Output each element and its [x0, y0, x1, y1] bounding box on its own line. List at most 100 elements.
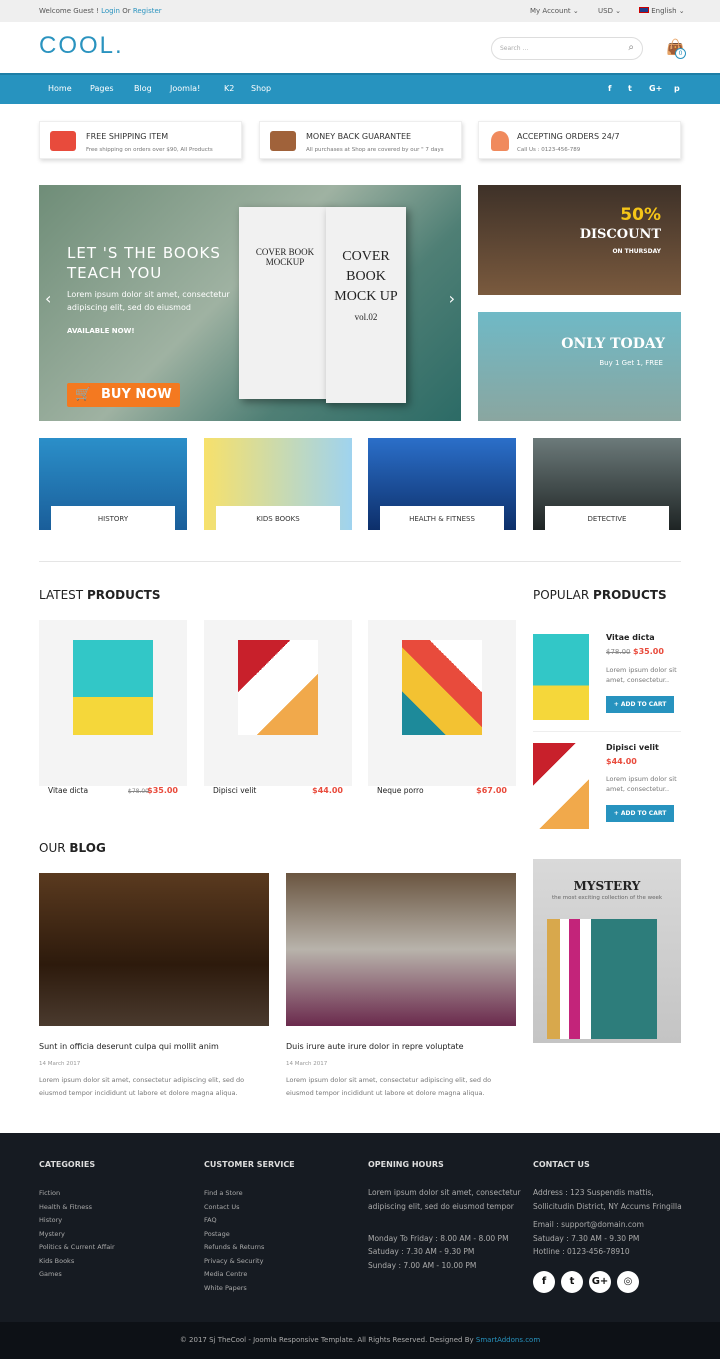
pinterest-icon[interactable]: p	[674, 84, 680, 93]
category-label: HEALTH & FITNESS	[380, 506, 504, 530]
category-history[interactable]: HISTORY	[39, 438, 187, 530]
register-link[interactable]: Register	[133, 7, 162, 15]
footer-link[interactable]: Privacy & Security	[204, 1257, 263, 1265]
feature-title: MONEY BACK GUARANTEE	[306, 132, 412, 141]
heading-bold: PRODUCTS	[86, 588, 161, 602]
nav-k2[interactable]: K2	[224, 84, 234, 93]
my-account-dropdown[interactable]: My Account ⌄	[530, 7, 579, 15]
product-image[interactable]	[402, 640, 482, 735]
product-image[interactable]	[533, 634, 589, 720]
nav-pages[interactable]: Pages	[90, 84, 114, 93]
footer: CATEGORIES CUSTOMER SERVICE OPENING HOUR…	[0, 1133, 720, 1322]
category-kids-books[interactable]: KIDS BOOKS	[204, 438, 352, 530]
blog-image[interactable]	[286, 873, 516, 1026]
product-name[interactable]: Neque porro	[377, 786, 424, 795]
next-arrow-icon[interactable]: ›	[449, 289, 455, 308]
category-label: KIDS BOOKS	[216, 506, 340, 530]
footer-link[interactable]: FAQ	[204, 1216, 217, 1224]
designer-link[interactable]: SmartAddons.com	[476, 1336, 540, 1344]
product-name[interactable]: Vitae dicta	[606, 633, 655, 642]
footer-link[interactable]: Mystery	[39, 1230, 65, 1238]
contact-hotline: Hotline : 0123-456-78910	[533, 1247, 630, 1256]
product-image[interactable]	[73, 640, 153, 735]
only-today-banner[interactable]: ONLY TODAY Buy 1 Get 1, FREE	[478, 312, 681, 421]
footer-heading: CATEGORIES	[39, 1160, 96, 1169]
facebook-icon[interactable]: f	[533, 1271, 555, 1293]
footer-link[interactable]: Politics & Current Affair	[39, 1243, 115, 1251]
product-price: $35.00	[147, 786, 178, 795]
google-plus-icon[interactable]: G+	[589, 1271, 611, 1293]
product-card[interactable]: Dipisci velit $44.00	[204, 620, 352, 795]
add-to-cart-button[interactable]: + ADD TO CART	[606, 805, 674, 822]
twitter-icon[interactable]: t	[628, 84, 632, 93]
category-health-fitness[interactable]: HEALTH & FITNESS	[368, 438, 516, 530]
divider	[533, 731, 681, 732]
footer-heading: OPENING HOURS	[368, 1160, 444, 1169]
product-old-price: $78.00	[606, 648, 631, 656]
contact-hours: Satuday : 7.30 AM - 9.30 PM	[533, 1234, 640, 1243]
price-row: $44.00	[606, 757, 637, 766]
banner-big: ONLY TODAY	[561, 336, 665, 352]
blog-title[interactable]: Sunt in officia deserunt culpa qui molli…	[39, 1042, 219, 1051]
add-to-cart-button[interactable]: + ADD TO CART	[606, 696, 674, 713]
nav-joomla[interactable]: Joomla!	[170, 84, 200, 93]
footer-link[interactable]: Media Centre	[204, 1270, 247, 1278]
hero-slider[interactable]: LET 'S THE BOOKS TEACH YOU Lorem ipsum d…	[39, 185, 461, 421]
buy-now-button[interactable]: 🛒 BUY NOW	[67, 383, 180, 407]
blog-text: Lorem ipsum dolor sit amet, consectetur …	[39, 1076, 245, 1097]
banner-big: 50%	[620, 205, 661, 225]
product-card[interactable]: Vitae dicta $78.00 $35.00	[39, 620, 187, 795]
hours-line: Sunday : 7.00 AM - 10.00 PM	[368, 1261, 477, 1270]
footer-link[interactable]: Kids Books	[39, 1257, 74, 1265]
book-vol: vol.02	[354, 312, 378, 322]
product-image[interactable]	[533, 743, 589, 829]
product-card[interactable]: Neque porro $67.00	[368, 620, 516, 795]
product-desc: Lorem ipsum dolor sit amet, consectetur.…	[606, 666, 677, 684]
discount-banner[interactable]: 50% DISCOUNT ON THURSDAY	[478, 185, 681, 295]
logo[interactable]: COOL.	[39, 32, 124, 60]
footer-link[interactable]: Health & Fitness	[39, 1203, 92, 1211]
currency-dropdown[interactable]: USD ⌄	[598, 7, 621, 15]
banner-small: ON THURSDAY	[612, 248, 661, 255]
footer-link[interactable]: Fiction	[39, 1189, 60, 1197]
search-input[interactable]: Search ... ⌕	[491, 37, 643, 60]
category-detective[interactable]: DETECTIVE	[533, 438, 681, 530]
footer-link[interactable]: Contact Us	[204, 1203, 240, 1211]
footer-link[interactable]: Refunds & Returns	[204, 1243, 264, 1251]
facebook-icon[interactable]: f	[608, 84, 611, 93]
product-name[interactable]: Dipisci velit	[213, 786, 256, 795]
cart-button[interactable]: 👜 0	[666, 38, 686, 59]
contact-address: Address : 123 Suspendis mattis, Sollicit…	[533, 1188, 682, 1211]
mystery-banner[interactable]: MYSTERY the most exciting collection of …	[533, 859, 681, 1043]
book-mockup-2: COVER BOOK MOCK UP vol.02	[326, 207, 406, 403]
feature-sub: Call Us : 0123-456-789	[517, 147, 581, 153]
blog-date: 14 March 2017	[286, 1061, 328, 1067]
footer-link[interactable]: Postage	[204, 1230, 230, 1238]
contact-email[interactable]: Email : support@domain.com	[533, 1218, 703, 1232]
blog-image[interactable]	[39, 873, 269, 1026]
footer-link[interactable]: White Papers	[204, 1284, 247, 1292]
twitter-icon[interactable]: t	[561, 1271, 583, 1293]
feature-free-shipping: FREE SHIPPING ITEM Free shipping on order…	[39, 121, 242, 159]
banner-mid: DISCOUNT	[579, 227, 661, 242]
blog-title[interactable]: Duis irure aute irure dolor in repre vol…	[286, 1042, 464, 1051]
language-dropdown[interactable]: English ⌄	[639, 7, 685, 15]
search-icon[interactable]: ⌕	[628, 42, 634, 53]
footer-link[interactable]: Find a Store	[204, 1189, 243, 1197]
footer-link[interactable]: History	[39, 1216, 62, 1224]
product-name[interactable]: Vitae dicta	[48, 786, 88, 795]
nav-blog[interactable]: Blog	[134, 84, 152, 93]
prev-arrow-icon[interactable]: ‹	[45, 289, 51, 308]
nav-shop[interactable]: Shop	[251, 84, 271, 93]
product-name[interactable]: Dipisci velit	[606, 743, 659, 752]
hero-available: AVAILABLE NOW!	[67, 327, 135, 335]
banner-title: MYSTERY	[573, 879, 641, 893]
login-link[interactable]: Login	[101, 7, 120, 15]
cart-icon: 🛒	[75, 387, 92, 402]
footer-link[interactable]: Games	[39, 1270, 62, 1278]
top-bar: Welcome Guest ! Login Or Register My Acc…	[0, 0, 720, 22]
nav-home[interactable]: Home	[48, 84, 72, 93]
google-plus-icon[interactable]: G+	[649, 84, 662, 93]
instagram-icon[interactable]: ◎	[617, 1271, 639, 1293]
product-image[interactable]	[238, 640, 318, 735]
